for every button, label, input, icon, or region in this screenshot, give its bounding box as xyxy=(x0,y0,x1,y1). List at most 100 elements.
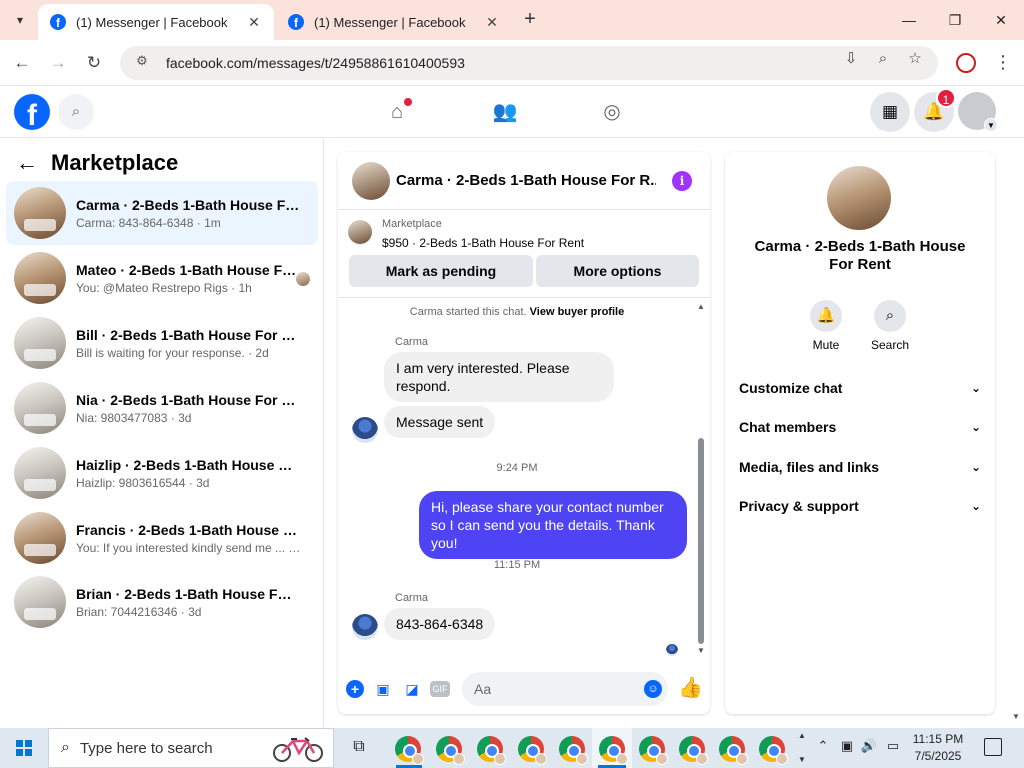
listing-thumbnail[interactable] xyxy=(348,220,372,244)
facebook-logo-icon[interactable]: f xyxy=(14,94,50,130)
taskbar-search-placeholder: Type here to search xyxy=(79,739,213,757)
browser-tab-active[interactable]: f (1) Messenger | Facebook ✕ xyxy=(38,4,274,40)
browser-profile-icon[interactable] xyxy=(956,53,976,73)
window-close-button[interactable]: ✕ xyxy=(986,8,1016,32)
chat-members-section[interactable]: Chat members ⌄ xyxy=(739,413,981,441)
conversation-item[interactable]: Bill · 2-Beds 1-Bath House For Rent Bill… xyxy=(6,311,318,375)
customize-chat-section[interactable]: Customize chat ⌄ xyxy=(739,374,981,402)
page-scroll-down-icon[interactable]: ▼ xyxy=(1012,712,1020,721)
camera-tray-icon[interactable]: ▣ xyxy=(838,738,856,754)
scroll-down-icon[interactable]: ▼ xyxy=(696,646,706,655)
seen-avatar-icon xyxy=(296,272,310,286)
tab-close-icon[interactable]: ✕ xyxy=(246,14,262,31)
chrome-taskbar-icon[interactable] xyxy=(639,736,668,765)
message-bubble[interactable]: Hi, please share your contact number so … xyxy=(419,491,687,559)
tab-close-icon[interactable]: ✕ xyxy=(484,14,500,31)
chrome-taskbar-icon[interactable] xyxy=(599,736,628,765)
conversation-item[interactable]: Haizlip · 2-Beds 1-Bath House For ... Ha… xyxy=(6,441,318,505)
conversation-item[interactable]: Mateo · 2-Beds 1-Bath House Fo... You: @… xyxy=(6,246,318,310)
sender-avatar[interactable] xyxy=(352,614,378,640)
message-input[interactable]: Aa xyxy=(462,672,668,706)
windows-taskbar: ⌕ Type here to search ⧉ ▲ ▼ ⌃ ▣ 🔊 ▭ 11:1… xyxy=(0,728,1024,768)
conversation-item[interactable]: Francis · 2-Beds 1-Bath House For ... Yo… xyxy=(6,506,318,570)
conversation-item[interactable]: Brian · 2-Beds 1-Bath House For Re... Br… xyxy=(6,570,318,634)
chat-avatar[interactable] xyxy=(352,162,390,200)
emoji-icon[interactable]: ☺ xyxy=(644,680,662,698)
listing-price[interactable]: $950 · 2-Beds 1-Bath House For Rent xyxy=(382,236,584,250)
zoom-icon[interactable]: ⌕ xyxy=(872,48,894,70)
listing-label: Marketplace xyxy=(382,218,442,230)
message-bubble[interactable]: 843-864-6348 xyxy=(384,608,496,640)
chrome-taskbar-icon[interactable] xyxy=(679,736,708,765)
mute-button[interactable]: 🔔 Mute xyxy=(796,300,856,352)
account-avatar[interactable]: ▼ xyxy=(958,92,998,132)
chat-info-name: Carma · 2-Beds 1-Bath House For Rent xyxy=(754,238,966,273)
media-files-links-section[interactable]: Media, files and links ⌄ xyxy=(739,453,981,481)
gif-icon[interactable]: GIF xyxy=(430,681,450,697)
chrome-taskbar-icon[interactable] xyxy=(559,736,588,765)
bookmark-star-icon[interactable]: ☆ xyxy=(904,48,926,70)
sender-name: Carma xyxy=(395,592,429,604)
task-view-icon[interactable]: ⧉ xyxy=(348,736,370,758)
bell-icon: 🔔 xyxy=(810,300,842,332)
chrome-taskbar-icon[interactable] xyxy=(436,736,465,765)
privacy-support-section[interactable]: Privacy & support ⌄ xyxy=(739,492,981,520)
photo-icon[interactable]: ▣ xyxy=(372,678,394,700)
search-button[interactable]: ⌕ Search xyxy=(860,300,920,352)
chat-info-avatar[interactable] xyxy=(827,166,891,230)
address-bar[interactable]: ⚙ facebook.com/messages/t/24958861610400… xyxy=(120,46,938,80)
section-label: Media, files and links xyxy=(739,459,880,475)
tab-search-menu-icon[interactable]: ▾ xyxy=(8,8,32,32)
chrome-taskbar-icon[interactable] xyxy=(719,736,748,765)
facebook-search-icon[interactable]: ⌕ xyxy=(58,94,94,130)
back-button[interactable]: ← xyxy=(10,51,34,75)
friends-icon[interactable]: 👥 xyxy=(491,98,519,126)
more-options-button[interactable]: More options xyxy=(536,255,699,287)
plus-icon[interactable]: + xyxy=(346,680,364,698)
taskbar-scroll-down-icon[interactable]: ▼ xyxy=(796,755,808,764)
conversation-name: Nia · 2-Beds 1-Bath House For Rent xyxy=(76,391,300,408)
system-text: Carma started this chat. xyxy=(409,306,527,318)
message-bubble[interactable]: I am very interested. Please respond. xyxy=(384,352,614,402)
tray-chevron-up-icon[interactable]: ⌃ xyxy=(814,738,832,754)
search-label: Search xyxy=(870,338,910,352)
groups-icon[interactable]: ◎ xyxy=(598,98,626,126)
chrome-taskbar-icon[interactable] xyxy=(395,736,424,765)
chevron-down-icon: ⌄ xyxy=(970,420,981,434)
chat-title[interactable]: Carma · 2-Beds 1-Bath House For R... xyxy=(396,172,656,189)
info-icon[interactable]: i xyxy=(672,171,692,191)
start-button[interactable] xyxy=(0,728,48,768)
chrome-taskbar-icon[interactable] xyxy=(759,736,788,765)
taskbar-scroll-up-icon[interactable]: ▲ xyxy=(796,731,808,740)
install-app-icon[interactable]: ⇩ xyxy=(840,48,862,70)
sender-avatar[interactable] xyxy=(352,417,378,443)
menu-grid-icon[interactable]: ▦ xyxy=(870,92,910,132)
thumbs-up-icon[interactable]: 👍 xyxy=(678,676,703,700)
browser-menu-icon[interactable]: ⋮ xyxy=(994,50,1012,74)
view-buyer-profile-link[interactable]: View buyer profile xyxy=(530,306,625,318)
message-thread[interactable]: ▲ ▼ Carma started this chat. View buyer … xyxy=(338,298,710,662)
chrome-taskbar-icon[interactable] xyxy=(518,736,547,765)
volume-icon[interactable]: 🔊 xyxy=(860,738,878,754)
notification-center-icon[interactable] xyxy=(984,738,1002,756)
forward-button[interactable]: → xyxy=(46,51,70,75)
sticker-icon[interactable]: ◪ xyxy=(401,678,423,700)
chrome-taskbar-icon[interactable] xyxy=(477,736,506,765)
back-arrow-icon[interactable]: ← xyxy=(16,152,40,176)
mark-pending-button[interactable]: Mark as pending xyxy=(349,255,533,287)
taskbar-clock[interactable]: 11:15 PM 7/5/2025 xyxy=(900,731,976,765)
site-info-icon[interactable]: ⚙ xyxy=(132,53,152,73)
restore-button[interactable]: ❐ xyxy=(940,8,970,32)
message-bubble[interactable]: Message sent xyxy=(384,406,496,438)
minimize-button[interactable]: — xyxy=(894,8,924,32)
taskbar-search-box[interactable]: ⌕ Type here to search xyxy=(48,728,334,768)
scroll-up-icon[interactable]: ▲ xyxy=(696,302,706,311)
conversation-item[interactable]: Nia · 2-Beds 1-Bath House For Rent Nia: … xyxy=(6,376,318,440)
new-tab-button[interactable]: + xyxy=(518,9,542,31)
chat-scrollbar[interactable] xyxy=(698,438,704,644)
reload-button[interactable]: ↻ xyxy=(82,51,106,75)
browser-tab[interactable]: f (1) Messenger | Facebook ✕ xyxy=(276,4,512,40)
section-label: Privacy & support xyxy=(739,498,859,514)
browser-toolbar: ← → ↻ ⚙ facebook.com/messages/t/24958861… xyxy=(0,40,1024,86)
conversation-item[interactable]: Carma · 2-Beds 1-Bath House For ... Carm… xyxy=(6,181,318,245)
